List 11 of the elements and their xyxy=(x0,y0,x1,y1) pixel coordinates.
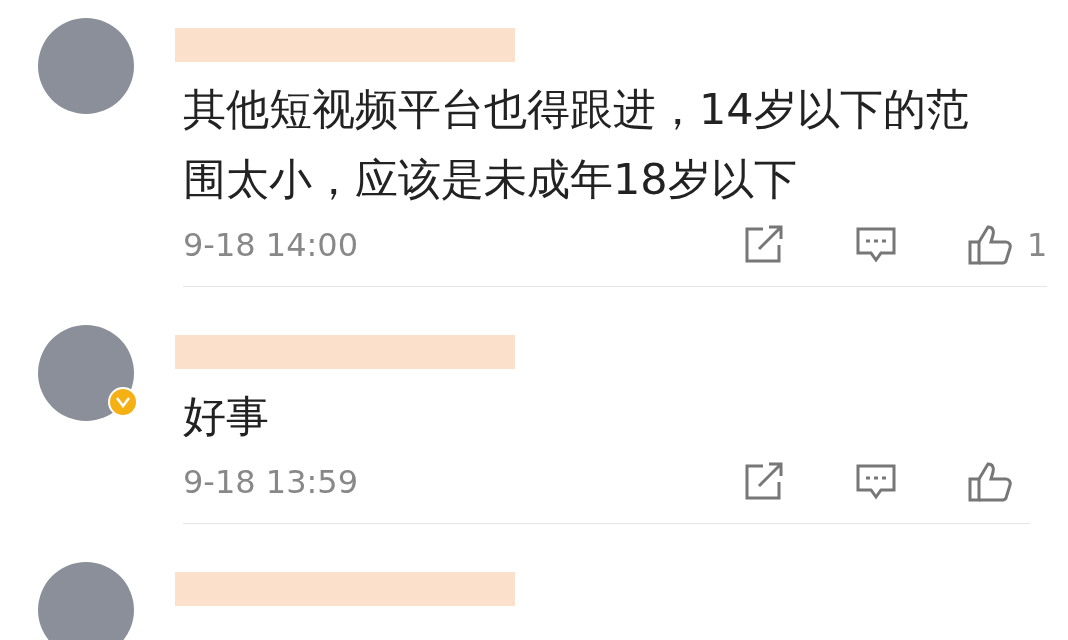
comment-text: 其他短视频平台也得跟进，14岁以下的范围太小，应该是未成年18岁以下 xyxy=(183,83,970,206)
share-icon[interactable] xyxy=(743,462,785,502)
comment-text: 好事 xyxy=(183,390,270,443)
like-count: 1 xyxy=(1027,225,1048,266)
comment-icon[interactable] xyxy=(855,226,897,264)
comment-time: 9-18 14:00 xyxy=(183,225,359,266)
comment-icon[interactable] xyxy=(855,463,897,501)
comment-time: 9-18 13:59 xyxy=(183,462,359,503)
share-icon[interactable] xyxy=(743,225,785,265)
thumbs-up-icon[interactable] xyxy=(967,461,1013,503)
thumbs-up-icon[interactable] xyxy=(967,224,1013,266)
